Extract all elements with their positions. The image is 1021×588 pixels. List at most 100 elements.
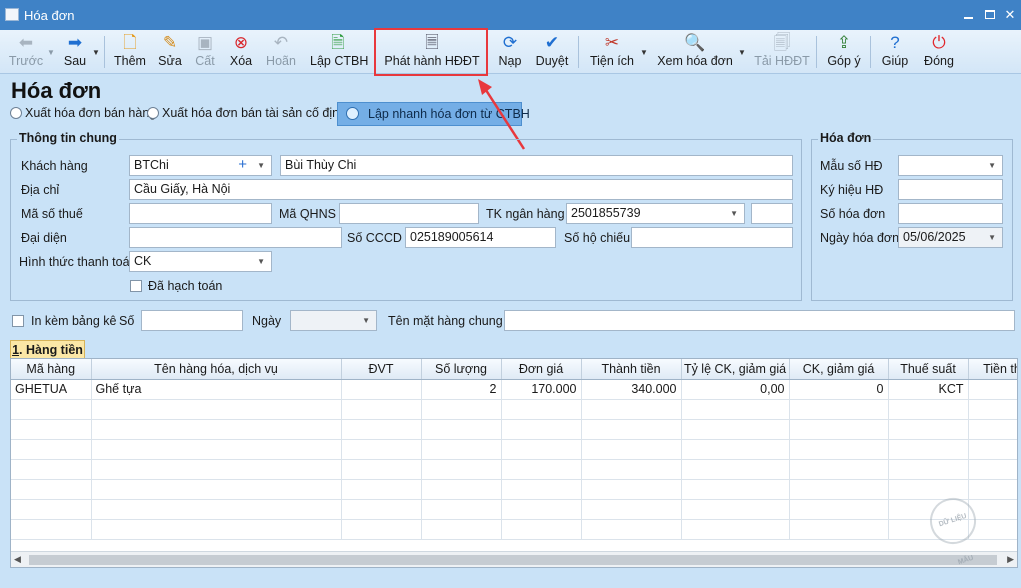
payment-method-select[interactable]: CK ▼ [129, 251, 272, 272]
cell-quantity[interactable]: 2 [421, 379, 502, 400]
invoice-date-label: Ngày hóa đơn [820, 231, 900, 245]
next-dropdown-icon[interactable]: ▼ [92, 48, 100, 57]
table-row[interactable]: GHETUA Ghế tựa 2 170.000 340.000 0,00 0 … [11, 379, 1017, 400]
scrollbar-thumb[interactable] [29, 555, 997, 565]
add-customer-icon[interactable]: + [238, 156, 247, 174]
bank-account-combo[interactable]: 2501855739 ▼ [566, 203, 745, 224]
cell-discount-rate[interactable]: 0,00 [681, 379, 790, 400]
attach-number-input[interactable] [141, 310, 243, 331]
address-label: Địa chỉ [21, 183, 60, 197]
new-document-icon: 🗋 [123, 33, 137, 52]
invoice-symbol-input[interactable] [898, 179, 1003, 200]
edit-button[interactable]: ✎ Sửa [154, 32, 186, 72]
tax-code-input[interactable] [129, 203, 272, 224]
chevron-down-icon[interactable]: ▼ [730, 204, 738, 223]
table-row[interactable] [11, 439, 1017, 460]
column-header-tax-rate[interactable]: Thuế suất [888, 359, 969, 380]
invoice-template-select[interactable]: ▼ [898, 155, 1003, 176]
address-input[interactable]: Cầu Giấy, Hà Nội [129, 179, 793, 200]
utilities-button[interactable]: ✂ Tiện ích [588, 32, 636, 72]
refresh-icon: ⟳ [502, 33, 518, 52]
tools-icon: ✂ [604, 33, 620, 52]
table-row[interactable] [11, 499, 1017, 520]
column-header-item-name[interactable]: Tên hàng hóa, dịch vụ [91, 359, 342, 380]
horizontal-scrollbar[interactable]: ◀ ▶ [11, 551, 1017, 567]
tax-code-label: Mã số thuế [21, 207, 83, 221]
attach-date-label: Ngày [252, 314, 282, 328]
table-row[interactable] [11, 399, 1017, 420]
view-invoice-button[interactable]: 🔍 Xem hóa đơn [656, 32, 734, 72]
delete-button[interactable]: ⊗ Xóa [226, 32, 256, 72]
customer-code-combo[interactable]: BTChi + ▼ [129, 155, 272, 176]
column-header-tax-amount[interactable]: Tiền th [968, 359, 1017, 380]
posted-checkbox[interactable] [130, 280, 142, 292]
cell-item-code[interactable]: GHETUA [11, 379, 92, 400]
customer-name-input[interactable]: Bùi Thùy Chi [280, 155, 793, 176]
window-titlebar: Hóa đơn ✕ [0, 0, 1021, 30]
radio-circle [147, 107, 159, 119]
radio-sales-invoice[interactable]: Xuất hóa đơn bán hàng [10, 106, 156, 120]
create-ctbh-button[interactable]: 🗎 Lập CTBH [310, 32, 368, 72]
scroll-left-icon[interactable]: ◀ [14, 554, 21, 565]
download-einvoice-button[interactable]: 🗐 Tải HĐĐT [754, 32, 810, 72]
chevron-down-icon[interactable]: ▼ [988, 228, 996, 247]
invoice-template-label: Mẫu số HĐ [820, 159, 883, 173]
column-header-amount[interactable]: Thành tiền [581, 359, 682, 380]
view-invoice-dropdown-icon[interactable]: ▼ [738, 48, 746, 57]
column-header-unit[interactable]: ĐVT [341, 359, 422, 380]
table-row[interactable] [11, 479, 1017, 500]
chevron-down-icon[interactable]: ▼ [257, 252, 265, 271]
representative-input[interactable] [129, 227, 342, 248]
table-row[interactable] [11, 519, 1017, 540]
reload-button[interactable]: ⟳ Nạp [496, 32, 524, 72]
radio-fixed-asset-invoice[interactable]: Xuất hóa đơn bán tài sản cố định [147, 106, 346, 120]
attach-date-picker[interactable]: ▼ [290, 310, 377, 331]
invoice-info-legend: Hóa đơn [818, 131, 874, 145]
invoice-number-label: Số hóa đơn [820, 207, 886, 221]
scroll-right-icon[interactable]: ▶ [1007, 554, 1014, 565]
help-button[interactable]: ? Giúp [880, 32, 910, 72]
passport-label: Số hộ chiếu [564, 231, 631, 245]
chevron-down-icon[interactable]: ▼ [257, 156, 265, 175]
common-item-name-input[interactable] [504, 310, 1015, 331]
invoice-app-icon [5, 8, 19, 21]
invoice-date-picker[interactable]: 05/06/2025 ▼ [898, 227, 1003, 248]
chevron-down-icon[interactable]: ▼ [362, 311, 370, 330]
approve-button[interactable]: ✔ Duyệt [534, 32, 570, 72]
cell-item-name[interactable]: Ghế tựa [91, 379, 342, 400]
qhns-input[interactable] [339, 203, 479, 224]
cell-unit[interactable] [341, 379, 422, 400]
window-close-button[interactable]: ✕ [1000, 6, 1020, 24]
column-header-discount-rate[interactable]: Tỷ lệ CK, giảm giá [681, 359, 790, 380]
column-header-quantity[interactable]: Số lượng [421, 359, 502, 380]
next-button[interactable]: ➡ Sau [60, 32, 90, 72]
id-card-input[interactable]: 025189005614 [405, 227, 556, 248]
attach-list-checkbox[interactable] [12, 315, 24, 327]
chevron-down-icon[interactable]: ▼ [988, 156, 996, 175]
utilities-dropdown-icon[interactable]: ▼ [640, 48, 648, 57]
bank-name-input[interactable] [751, 203, 793, 224]
save-button[interactable]: ▣ Cất [191, 32, 219, 72]
table-row[interactable] [11, 419, 1017, 440]
column-header-discount[interactable]: CK, giảm giá [789, 359, 889, 380]
undo-button[interactable]: ↶ Hoãn [264, 32, 298, 72]
minimize-button[interactable] [958, 6, 978, 24]
prev-button[interactable]: ⬅ Trước [8, 32, 44, 72]
maximize-button[interactable] [980, 6, 1000, 24]
cell-tax-amount[interactable] [968, 379, 1017, 400]
cell-discount[interactable]: 0 [789, 379, 889, 400]
column-header-unit-price[interactable]: Đơn giá [501, 359, 582, 380]
passport-input[interactable] [631, 227, 793, 248]
cell-unit-price[interactable]: 170.000 [501, 379, 582, 400]
close-button[interactable]: ⏻ Đóng [922, 32, 956, 72]
prev-dropdown-icon[interactable]: ▼ [47, 48, 55, 57]
invoice-number-input[interactable] [898, 203, 1003, 224]
tab-goods-money[interactable]: 1. Hàng tiền [10, 340, 85, 359]
feedback-button[interactable]: ⇪ Góp ý [826, 32, 862, 72]
highlight-rectangle [374, 28, 488, 76]
column-header-item-code[interactable]: Mã hàng [11, 359, 92, 380]
cell-amount[interactable]: 340.000 [581, 379, 682, 400]
add-button[interactable]: 🗋 Thêm [112, 32, 148, 72]
table-row[interactable] [11, 459, 1017, 480]
cell-tax-rate[interactable]: KCT [888, 379, 969, 400]
